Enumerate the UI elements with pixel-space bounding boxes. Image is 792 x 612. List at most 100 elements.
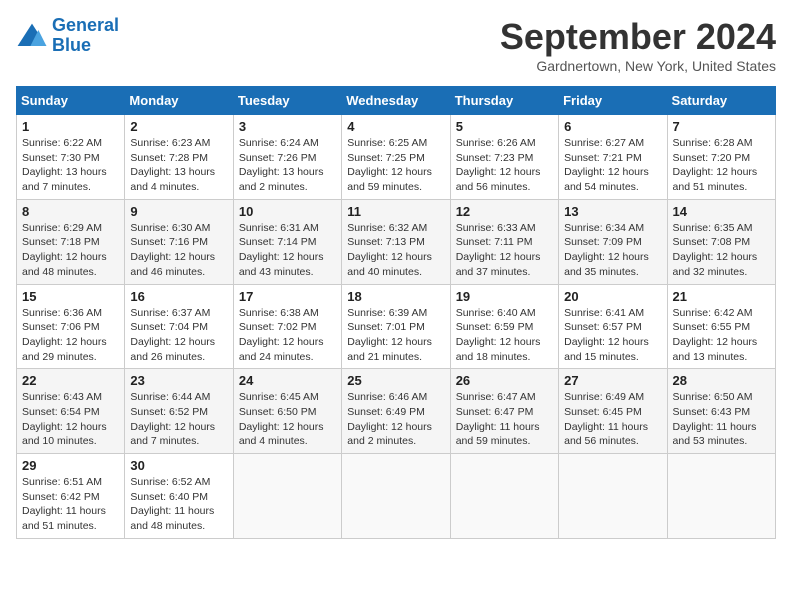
day-number: 14 bbox=[673, 204, 770, 219]
calendar-cell bbox=[559, 454, 667, 539]
calendar-cell: 3Sunrise: 6:24 AMSunset: 7:26 PMDaylight… bbox=[233, 115, 341, 200]
calendar-cell: 26Sunrise: 6:47 AMSunset: 6:47 PMDayligh… bbox=[450, 369, 558, 454]
logo: General Blue bbox=[16, 16, 119, 56]
calendar-cell: 12Sunrise: 6:33 AMSunset: 7:11 PMDayligh… bbox=[450, 199, 558, 284]
day-number: 19 bbox=[456, 289, 553, 304]
day-info: Sunrise: 6:25 AMSunset: 7:25 PMDaylight:… bbox=[347, 136, 444, 195]
calendar-cell: 17Sunrise: 6:38 AMSunset: 7:02 PMDayligh… bbox=[233, 284, 341, 369]
calendar-cell: 1 Sunrise: 6:22 AMSunset: 7:30 PMDaylight… bbox=[17, 115, 125, 200]
calendar-week-5: 29 Sunrise: 6:51 AMSunset: 6:42 PMDayligh… bbox=[17, 454, 776, 539]
day-number: 4 bbox=[347, 119, 444, 134]
day-info: Sunrise: 6:29 AMSunset: 7:18 PMDaylight:… bbox=[22, 221, 119, 280]
calendar-cell: 18 Sunrise: 6:39 AMSunset: 7:01 PMDayligh… bbox=[342, 284, 450, 369]
day-number: 9 bbox=[130, 204, 227, 219]
calendar-cell: 13Sunrise: 6:34 AMSunset: 7:09 PMDayligh… bbox=[559, 199, 667, 284]
location-text: Gardnertown, New York, United States bbox=[500, 58, 776, 74]
title-area: September 2024 Gardnertown, New York, Un… bbox=[500, 16, 776, 74]
day-info: Sunrise: 6:23 AMSunset: 7:28 PMDaylight:… bbox=[130, 136, 227, 195]
calendar-cell: 25 Sunrise: 6:46 AMSunset: 6:49 PMDayligh… bbox=[342, 369, 450, 454]
calendar-cell bbox=[667, 454, 775, 539]
day-number: 7 bbox=[673, 119, 770, 134]
day-info: Sunrise: 6:42 AMSunset: 6:55 PMDaylight:… bbox=[673, 306, 770, 365]
day-number: 20 bbox=[564, 289, 661, 304]
day-info: Sunrise: 6:50 AMSunset: 6:43 PMDaylight:… bbox=[673, 390, 770, 449]
day-number: 27 bbox=[564, 373, 661, 388]
month-title: September 2024 bbox=[500, 16, 776, 58]
calendar-cell: 21 Sunrise: 6:42 AMSunset: 6:55 PMDayligh… bbox=[667, 284, 775, 369]
day-info: Sunrise: 6:40 AMSunset: 6:59 PMDaylight:… bbox=[456, 306, 553, 365]
day-number: 6 bbox=[564, 119, 661, 134]
day-info: Sunrise: 6:26 AMSunset: 7:23 PMDaylight:… bbox=[456, 136, 553, 195]
day-number: 2 bbox=[130, 119, 227, 134]
calendar-cell: 16 Sunrise: 6:37 AMSunset: 7:04 PMDayligh… bbox=[125, 284, 233, 369]
day-number: 16 bbox=[130, 289, 227, 304]
calendar-cell: 29 Sunrise: 6:51 AMSunset: 6:42 PMDayligh… bbox=[17, 454, 125, 539]
logo-icon bbox=[16, 22, 48, 50]
day-number: 18 bbox=[347, 289, 444, 304]
calendar-cell: 28 Sunrise: 6:50 AMSunset: 6:43 PMDayligh… bbox=[667, 369, 775, 454]
calendar-cell: 6 Sunrise: 6:27 AMSunset: 7:21 PMDaylight… bbox=[559, 115, 667, 200]
weekday-header-monday: Monday bbox=[125, 87, 233, 115]
day-info: Sunrise: 6:52 AMSunset: 6:40 PMDaylight:… bbox=[130, 475, 227, 534]
weekday-header-friday: Friday bbox=[559, 87, 667, 115]
calendar-cell: 2 Sunrise: 6:23 AMSunset: 7:28 PMDaylight… bbox=[125, 115, 233, 200]
calendar-cell: 14 Sunrise: 6:35 AMSunset: 7:08 PMDayligh… bbox=[667, 199, 775, 284]
day-number: 15 bbox=[22, 289, 119, 304]
weekday-header-row: SundayMondayTuesdayWednesdayThursdayFrid… bbox=[17, 87, 776, 115]
calendar-cell: 22 Sunrise: 6:43 AMSunset: 6:54 PMDayligh… bbox=[17, 369, 125, 454]
day-info: Sunrise: 6:46 AMSunset: 6:49 PMDaylight:… bbox=[347, 390, 444, 449]
day-number: 5 bbox=[456, 119, 553, 134]
day-number: 8 bbox=[22, 204, 119, 219]
day-number: 13 bbox=[564, 204, 661, 219]
calendar-cell bbox=[233, 454, 341, 539]
calendar-cell: 11Sunrise: 6:32 AMSunset: 7:13 PMDayligh… bbox=[342, 199, 450, 284]
calendar-cell: 23 Sunrise: 6:44 AMSunset: 6:52 PMDayligh… bbox=[125, 369, 233, 454]
day-info: Sunrise: 6:32 AMSunset: 7:13 PMDaylight:… bbox=[347, 221, 444, 280]
calendar-cell: 27 Sunrise: 6:49 AMSunset: 6:45 PMDayligh… bbox=[559, 369, 667, 454]
day-info: Sunrise: 6:45 AMSunset: 6:50 PMDaylight:… bbox=[239, 390, 336, 449]
day-info: Sunrise: 6:37 AMSunset: 7:04 PMDaylight:… bbox=[130, 306, 227, 365]
day-info: Sunrise: 6:22 AMSunset: 7:30 PMDaylight:… bbox=[22, 136, 119, 195]
weekday-header-wednesday: Wednesday bbox=[342, 87, 450, 115]
day-info: Sunrise: 6:41 AMSunset: 6:57 PMDaylight:… bbox=[564, 306, 661, 365]
day-info: Sunrise: 6:43 AMSunset: 6:54 PMDaylight:… bbox=[22, 390, 119, 449]
calendar-cell: 5 Sunrise: 6:26 AMSunset: 7:23 PMDaylight… bbox=[450, 115, 558, 200]
calendar-cell: 8 Sunrise: 6:29 AMSunset: 7:18 PMDaylight… bbox=[17, 199, 125, 284]
day-number: 29 bbox=[22, 458, 119, 473]
weekday-header-tuesday: Tuesday bbox=[233, 87, 341, 115]
day-number: 26 bbox=[456, 373, 553, 388]
logo-text: General Blue bbox=[52, 16, 119, 56]
calendar-cell bbox=[342, 454, 450, 539]
calendar-cell: 9 Sunrise: 6:30 AMSunset: 7:16 PMDaylight… bbox=[125, 199, 233, 284]
day-number: 28 bbox=[673, 373, 770, 388]
day-info: Sunrise: 6:31 AMSunset: 7:14 PMDaylight:… bbox=[239, 221, 336, 280]
day-number: 30 bbox=[130, 458, 227, 473]
day-info: Sunrise: 6:44 AMSunset: 6:52 PMDaylight:… bbox=[130, 390, 227, 449]
day-number: 23 bbox=[130, 373, 227, 388]
day-info: Sunrise: 6:36 AMSunset: 7:06 PMDaylight:… bbox=[22, 306, 119, 365]
weekday-header-thursday: Thursday bbox=[450, 87, 558, 115]
calendar-week-3: 15 Sunrise: 6:36 AMSunset: 7:06 PMDayligh… bbox=[17, 284, 776, 369]
calendar-cell: 4 Sunrise: 6:25 AMSunset: 7:25 PMDaylight… bbox=[342, 115, 450, 200]
logo-blue: Blue bbox=[52, 35, 91, 55]
calendar-cell: 10Sunrise: 6:31 AMSunset: 7:14 PMDayligh… bbox=[233, 199, 341, 284]
calendar-cell: 7Sunrise: 6:28 AMSunset: 7:20 PMDaylight… bbox=[667, 115, 775, 200]
weekday-header-saturday: Saturday bbox=[667, 87, 775, 115]
calendar-cell: 15 Sunrise: 6:36 AMSunset: 7:06 PMDayligh… bbox=[17, 284, 125, 369]
calendar-table: SundayMondayTuesdayWednesdayThursdayFrid… bbox=[16, 86, 776, 539]
day-info: Sunrise: 6:27 AMSunset: 7:21 PMDaylight:… bbox=[564, 136, 661, 195]
day-number: 22 bbox=[22, 373, 119, 388]
day-number: 1 bbox=[22, 119, 119, 134]
day-info: Sunrise: 6:33 AMSunset: 7:11 PMDaylight:… bbox=[456, 221, 553, 280]
calendar-cell bbox=[450, 454, 558, 539]
day-info: Sunrise: 6:49 AMSunset: 6:45 PMDaylight:… bbox=[564, 390, 661, 449]
page-header: General Blue September 2024 Gardnertown,… bbox=[16, 16, 776, 74]
day-info: Sunrise: 6:38 AMSunset: 7:02 PMDaylight:… bbox=[239, 306, 336, 365]
day-number: 25 bbox=[347, 373, 444, 388]
day-info: Sunrise: 6:30 AMSunset: 7:16 PMDaylight:… bbox=[130, 221, 227, 280]
calendar-week-4: 22 Sunrise: 6:43 AMSunset: 6:54 PMDayligh… bbox=[17, 369, 776, 454]
day-info: Sunrise: 6:35 AMSunset: 7:08 PMDaylight:… bbox=[673, 221, 770, 280]
day-number: 21 bbox=[673, 289, 770, 304]
day-info: Sunrise: 6:51 AMSunset: 6:42 PMDaylight:… bbox=[22, 475, 119, 534]
day-info: Sunrise: 6:39 AMSunset: 7:01 PMDaylight:… bbox=[347, 306, 444, 365]
